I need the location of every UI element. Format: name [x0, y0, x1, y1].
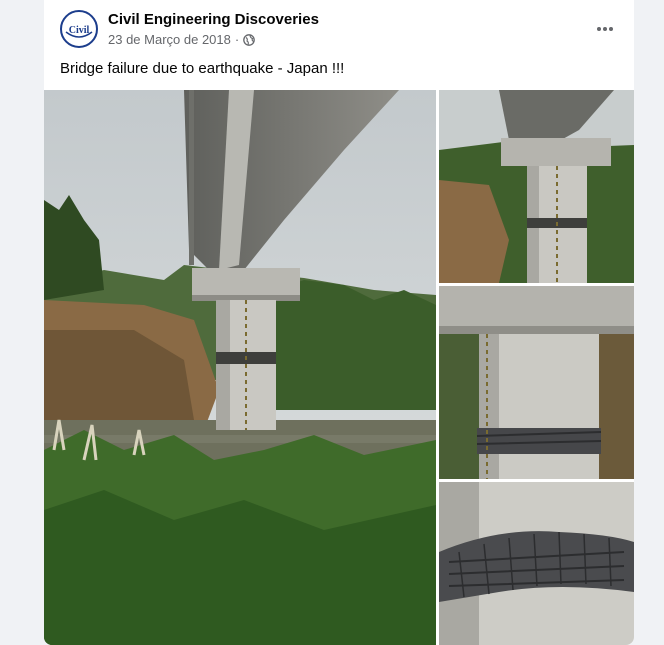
meta-separator: ·: [234, 32, 240, 47]
pier-photo-1: [439, 90, 634, 283]
civil-logo: Civil: [63, 13, 95, 45]
post-text: Bridge failure due to earthquake - Japan…: [60, 60, 345, 77]
photo-pier-middle-right[interactable]: [439, 286, 634, 479]
more-options-button[interactable]: [590, 14, 620, 44]
more-horizontal-icon: [597, 27, 613, 31]
globe-icon: [243, 33, 256, 46]
facebook-post: Civil Civil Engineering Discoveries 23 d…: [44, 0, 634, 645]
photo-pier-damage-closeup[interactable]: [439, 482, 634, 645]
pier-photo-2: [439, 286, 634, 479]
post-header: Civil Civil Engineering Discoveries 23 d…: [44, 0, 634, 60]
pier-photo-3: [439, 482, 634, 645]
photo-bridge-pier-wide[interactable]: [44, 90, 436, 645]
page-name[interactable]: Civil Engineering Discoveries: [108, 11, 319, 28]
avatar-text: Civil: [69, 25, 90, 36]
photo-grid: [44, 90, 634, 645]
post-date[interactable]: 23 de Março de 2018: [108, 32, 231, 47]
bridge-photo: [44, 90, 436, 645]
photo-pier-top-right[interactable]: [439, 90, 634, 283]
page-avatar[interactable]: Civil: [60, 10, 98, 48]
post-meta: 23 de Março de 2018 ·: [108, 32, 256, 47]
